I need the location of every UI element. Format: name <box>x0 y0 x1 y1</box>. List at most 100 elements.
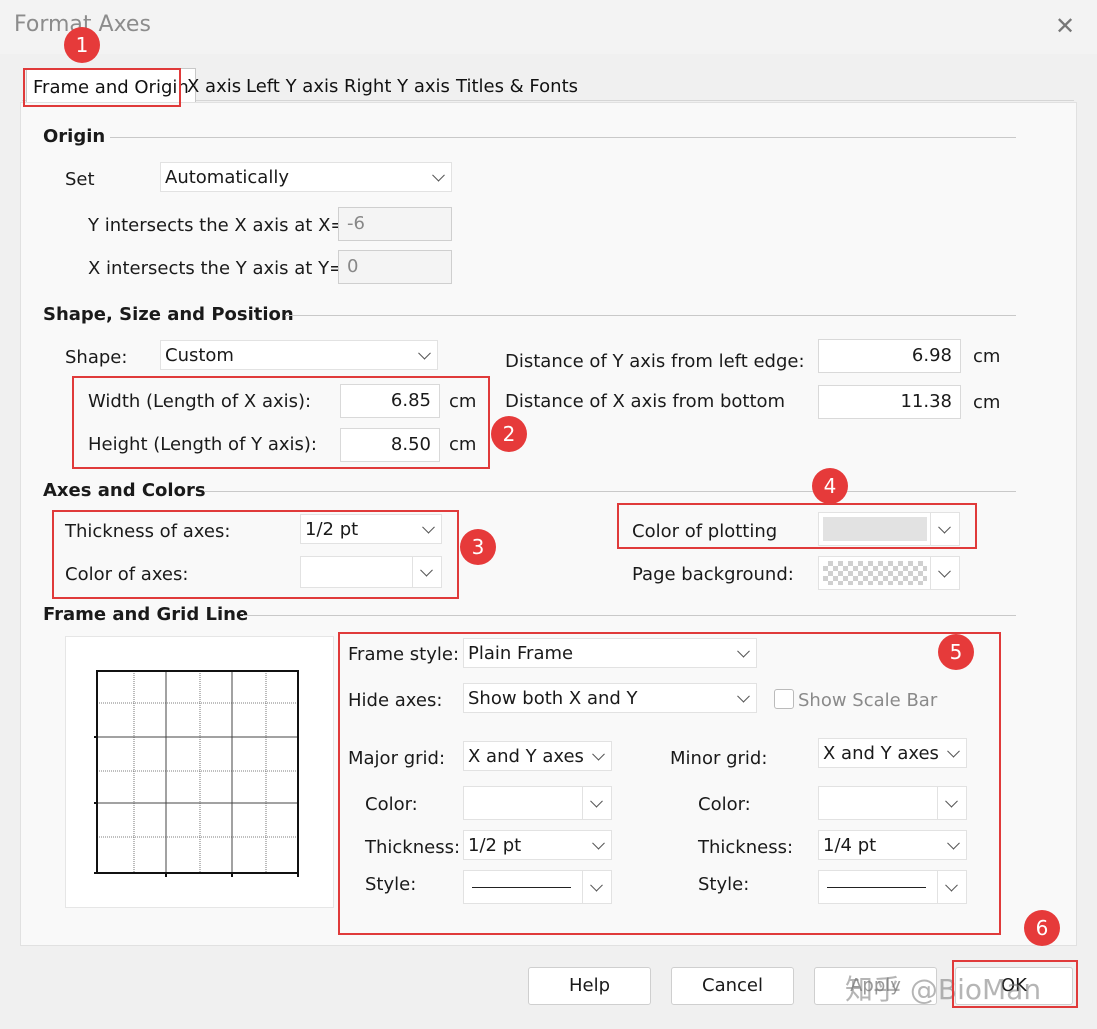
frame-style-select[interactable]: Plain Frame <box>463 638 757 668</box>
chevron-down-icon <box>945 878 958 892</box>
dropdown-button <box>930 513 959 545</box>
height-field[interactable]: 8.50 <box>340 428 440 462</box>
minor-thickness-value: 1/4 pt <box>823 835 877 856</box>
minor-style-select[interactable] <box>818 870 967 904</box>
chevron-down-icon <box>590 794 603 808</box>
minor-grid-value: X and Y axes <box>823 743 939 764</box>
thickness-axes-label: Thickness of axes: <box>65 521 231 542</box>
frame-preview-graphic <box>94 670 299 877</box>
chevron-down-icon <box>592 747 605 761</box>
dropdown-button <box>937 871 966 903</box>
show-scale-bar-label: Show Scale Bar <box>798 690 938 711</box>
annotation-badge-2: 2 <box>491 416 527 452</box>
width-unit: cm <box>449 391 477 412</box>
help-button[interactable]: Help <box>528 967 651 1005</box>
chevron-down-icon <box>432 168 445 182</box>
origin-set-value: Automatically <box>165 167 289 188</box>
section-divider <box>110 137 1016 138</box>
tab-frame-and-origin[interactable]: Frame and Origin <box>26 68 196 103</box>
major-style-select[interactable] <box>463 870 612 904</box>
thickness-axes-select[interactable]: 1/2 pt <box>300 514 442 544</box>
distance-x-unit: cm <box>973 392 1001 413</box>
major-grid-value: X and Y axes <box>468 746 584 767</box>
chevron-down-icon <box>938 564 951 578</box>
set-label: Set <box>65 169 95 190</box>
dropdown-button <box>412 557 441 587</box>
major-thickness-select[interactable]: 1/2 pt <box>463 830 612 860</box>
x-intersect-field[interactable]: 0 <box>338 250 452 284</box>
major-color-label: Color: <box>365 794 418 815</box>
tab-titles-fonts[interactable]: Titles & Fonts <box>450 72 584 102</box>
major-color-select[interactable] <box>463 786 612 820</box>
chevron-down-icon <box>422 520 435 534</box>
hide-axes-select[interactable]: Show both X and Y <box>463 683 757 713</box>
y-intersect-field[interactable]: -6 <box>338 207 452 241</box>
annotation-badge-4: 4 <box>812 468 848 504</box>
hide-axes-label: Hide axes: <box>348 690 443 711</box>
section-divider <box>204 491 1016 492</box>
major-grid-select[interactable]: X and Y axes <box>463 741 612 771</box>
annotation-badge-1: 1 <box>64 27 100 63</box>
height-label: Height (Length of Y axis): <box>88 434 317 455</box>
chevron-down-icon <box>737 689 750 703</box>
minor-color-label: Color: <box>698 794 751 815</box>
page-background-select[interactable] <box>818 556 960 590</box>
shape-value: Custom <box>165 345 234 366</box>
tab-x-axis[interactable]: X axis <box>181 72 247 102</box>
distance-y-field[interactable]: 6.98 <box>818 339 961 373</box>
section-divider <box>243 615 1016 616</box>
hide-axes-value: Show both X and Y <box>468 688 638 709</box>
distance-x-label: Distance of X axis from bottom <box>505 391 786 412</box>
section-divider <box>285 315 1016 316</box>
close-icon[interactable]: ✕ <box>1055 12 1075 40</box>
section-frame-grid-title: Frame and Grid Line <box>43 604 249 625</box>
distance-x-field[interactable]: 11.38 <box>818 385 961 419</box>
frame-style-value: Plain Frame <box>468 643 574 664</box>
major-thickness-value: 1/2 pt <box>468 835 522 856</box>
checkerboard-swatch <box>823 561 927 585</box>
shape-label: Shape: <box>65 347 128 368</box>
section-origin-title: Origin <box>43 126 106 147</box>
frame-style-label: Frame style: <box>348 644 460 665</box>
show-scale-bar-checkbox[interactable] <box>774 689 794 709</box>
width-label: Width (Length of X axis): <box>88 391 312 412</box>
minor-thickness-select[interactable]: 1/4 pt <box>818 830 967 860</box>
chevron-down-icon <box>938 520 951 534</box>
width-field[interactable]: 6.85 <box>340 384 440 418</box>
minor-color-select[interactable] <box>818 786 967 820</box>
annotation-badge-6: 6 <box>1024 910 1060 946</box>
color-plotting-select[interactable] <box>818 512 960 546</box>
thickness-axes-value: 1/2 pt <box>305 519 359 540</box>
x-intersect-label: X intersects the Y axis at Y= <box>88 258 345 279</box>
chevron-down-icon <box>420 563 433 577</box>
color-axes-label: Color of axes: <box>65 564 189 585</box>
major-style-label: Style: <box>365 874 417 895</box>
minor-thickness-label: Thickness: <box>698 837 794 858</box>
chevron-down-icon <box>418 346 431 360</box>
distance-y-unit: cm <box>973 346 1001 367</box>
minor-grid-label: Minor grid: <box>670 748 768 769</box>
dropdown-button <box>582 871 611 903</box>
line-style-sample <box>472 887 571 888</box>
chevron-down-icon <box>590 878 603 892</box>
color-swatch <box>823 517 927 541</box>
watermark-text: 知乎 @BioMan <box>845 973 1042 1006</box>
dropdown-button <box>930 557 959 589</box>
section-shape-title: Shape, Size and Position <box>43 304 294 325</box>
minor-grid-select[interactable]: X and Y axes <box>818 738 967 768</box>
color-axes-select[interactable] <box>300 556 442 588</box>
tab-right-y-axis[interactable]: Right Y axis <box>338 72 456 102</box>
chevron-down-icon <box>947 836 960 850</box>
section-axes-colors-title: Axes and Colors <box>43 480 206 501</box>
major-grid-label: Major grid: <box>348 748 446 769</box>
distance-y-label: Distance of Y axis from left edge: <box>505 351 805 372</box>
page-background-label: Page background: <box>632 564 794 585</box>
dropdown-button <box>937 787 966 819</box>
y-intersect-label: Y intersects the X axis at X= <box>88 215 346 236</box>
cancel-button[interactable]: Cancel <box>671 967 794 1005</box>
shape-select[interactable]: Custom <box>160 340 438 370</box>
line-style-sample <box>827 887 926 888</box>
height-unit: cm <box>449 434 477 455</box>
origin-set-select[interactable]: Automatically <box>160 162 452 192</box>
tab-left-y-axis[interactable]: Left Y axis <box>240 72 344 102</box>
